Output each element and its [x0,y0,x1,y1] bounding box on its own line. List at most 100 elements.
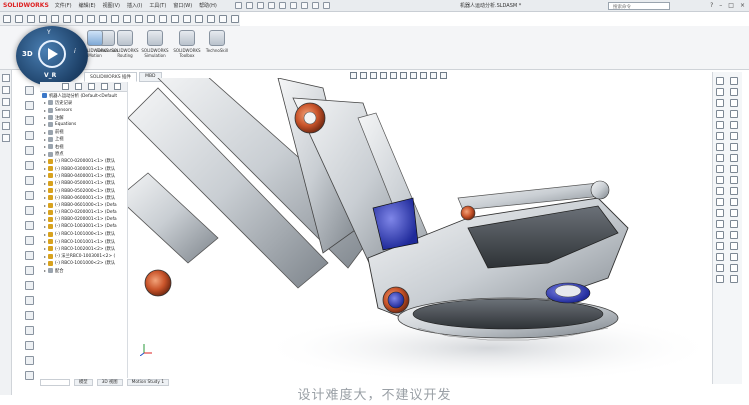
robot-arm-model[interactable] [128,78,710,378]
joint-rod-end[interactable] [460,205,476,221]
fillet-tool-icon[interactable] [730,176,738,184]
equation-icon[interactable] [25,206,34,215]
config-tab-icon[interactable] [88,83,95,90]
ribbon-button-simulation-addin[interactable]: SOLIDWORKS Simulation [140,30,170,58]
resources-icon[interactable] [716,143,724,151]
appearance-icon[interactable] [716,121,724,129]
joint-rod-pivot[interactable] [590,180,610,200]
display-tab-icon[interactable] [114,83,121,90]
explode-icon[interactable] [195,14,203,23]
relations-tool-icon[interactable] [730,275,738,283]
polygon-tool-icon[interactable] [730,132,738,140]
arrow-icon[interactable] [3,14,11,23]
line-icon[interactable] [99,14,107,23]
tree-item[interactable]: ▸ 右视 [40,143,127,150]
open-file-icon[interactable] [256,2,264,9]
point-tool-icon[interactable] [730,154,738,162]
tree-item[interactable]: ▸ (-) RBB0-0300001<1> (默认 [40,165,127,172]
library-icon[interactable] [25,266,34,275]
joint-elbow[interactable] [144,269,172,297]
tree-item[interactable]: ▸ (-) RBC0-1001001<1> (默认 [40,238,127,245]
mirror-tool-icon[interactable] [730,242,738,250]
search-input[interactable] [608,2,670,10]
line-tool-icon[interactable] [730,77,738,85]
solidworks-search-icon[interactable] [25,371,34,380]
slot-tool-icon[interactable] [730,121,738,129]
maximize-icon[interactable]: □ [728,2,734,10]
configuration-icon[interactable] [2,98,10,106]
home-icon[interactable] [716,77,724,85]
move-icon[interactable] [171,14,179,23]
tree-item[interactable]: ▸ 原点 [40,150,127,157]
tree-item[interactable]: ▸ 历史记录 [40,99,127,106]
display-manager-icon[interactable] [2,122,10,130]
tree-item[interactable]: ▸ 前视 [40,128,127,135]
paste-icon[interactable] [27,14,35,23]
camera-icon[interactable] [716,231,724,239]
sketch-icon[interactable] [87,14,95,23]
mirror-icon[interactable] [135,14,143,23]
tree-item[interactable]: ▸ (-) RBC0-0200001<1> (Defa [40,209,127,216]
plane-icon[interactable] [25,221,34,230]
trim-tool-icon[interactable] [730,220,738,228]
menu-item-edit[interactable]: 编辑(E) [79,2,96,9]
forum-icon[interactable] [25,356,34,365]
menu-item-insert[interactable]: 插入(I) [127,2,142,9]
text-tool-icon[interactable] [730,165,738,173]
tree-item[interactable]: ▸ 配合 [40,267,127,274]
annotation-icon[interactable] [25,191,34,200]
ribbon-button-technoskill[interactable]: TechnoSkill [202,30,232,53]
motion-icon[interactable] [25,161,34,170]
print-icon[interactable] [278,2,286,9]
component-icon[interactable] [25,146,34,155]
circle-icon[interactable] [111,14,119,23]
zoom-icon[interactable] [207,14,215,23]
chamfer-tool-icon[interactable] [730,187,738,195]
tree-item[interactable]: ▸ 上视 [40,136,127,143]
new-file-icon[interactable] [245,2,253,9]
spline-tool-icon[interactable] [730,143,738,151]
lights-icon[interactable] [716,220,724,228]
smart-dimension-icon[interactable] [63,14,71,23]
color-icon[interactable] [716,187,724,195]
feature-tab-icon[interactable] [62,83,69,90]
decal-icon[interactable] [716,198,724,206]
settings-icon[interactable] [716,176,724,184]
arc-tool-icon[interactable] [730,88,738,96]
feature-manager-icon[interactable] [2,74,10,82]
tree-item[interactable]: ▸ (-) 法兰RBC0-1003001<2> ( [40,253,127,260]
graphics-area[interactable] [128,78,710,378]
pattern-icon[interactable] [147,14,155,23]
offset-tool-icon[interactable] [730,198,738,206]
mate-icon[interactable] [25,131,34,140]
tree-item[interactable]: ▸ (-) RBB0-0400001<1> (默认 [40,172,127,179]
motion-icon[interactable] [716,264,724,272]
tree-item[interactable]: ▸ (-) RBC0-0200001<1> (默认 [40,158,127,165]
drawing-icon[interactable] [25,116,34,125]
design-library-icon[interactable] [716,88,724,96]
resources-icon[interactable] [25,341,34,350]
solidworks-logo[interactable]: SOLIDWORKS [0,2,55,9]
close-icon[interactable]: × [740,2,745,10]
rebuild-icon[interactable] [311,2,319,9]
tree-item[interactable]: ▸ (-) RBB0-0601000<1> (Defa [40,201,127,208]
custom-properties-icon[interactable] [716,132,724,140]
rotate-icon[interactable] [183,14,191,23]
property-tab-icon[interactable] [75,83,82,90]
sum-icon[interactable] [51,14,59,23]
mate-icon[interactable] [159,14,167,23]
menu-item-window[interactable]: 窗口(W) [173,2,192,9]
view-palette-icon[interactable] [25,326,34,335]
tree-item[interactable]: ▸ (-) RBC0-1003001<1> (Defa [40,223,127,230]
menu-item-tools[interactable]: 工具(T) [149,2,166,9]
part-icon[interactable] [25,86,34,95]
section-icon[interactable] [219,14,227,23]
assembly-icon[interactable] [25,101,34,110]
options-icon[interactable] [322,2,330,9]
appearance-icon[interactable] [25,296,34,305]
tree-item[interactable]: ▸ (-) RBB0-0200001<1> (Defa [40,216,127,223]
note-icon[interactable] [75,14,83,23]
tree-item[interactable]: ▸ (-) RBB0-0500001<1> (默认 [40,180,127,187]
menu-item-view[interactable]: 视图(V) [103,2,120,9]
copy-icon[interactable] [15,14,23,23]
